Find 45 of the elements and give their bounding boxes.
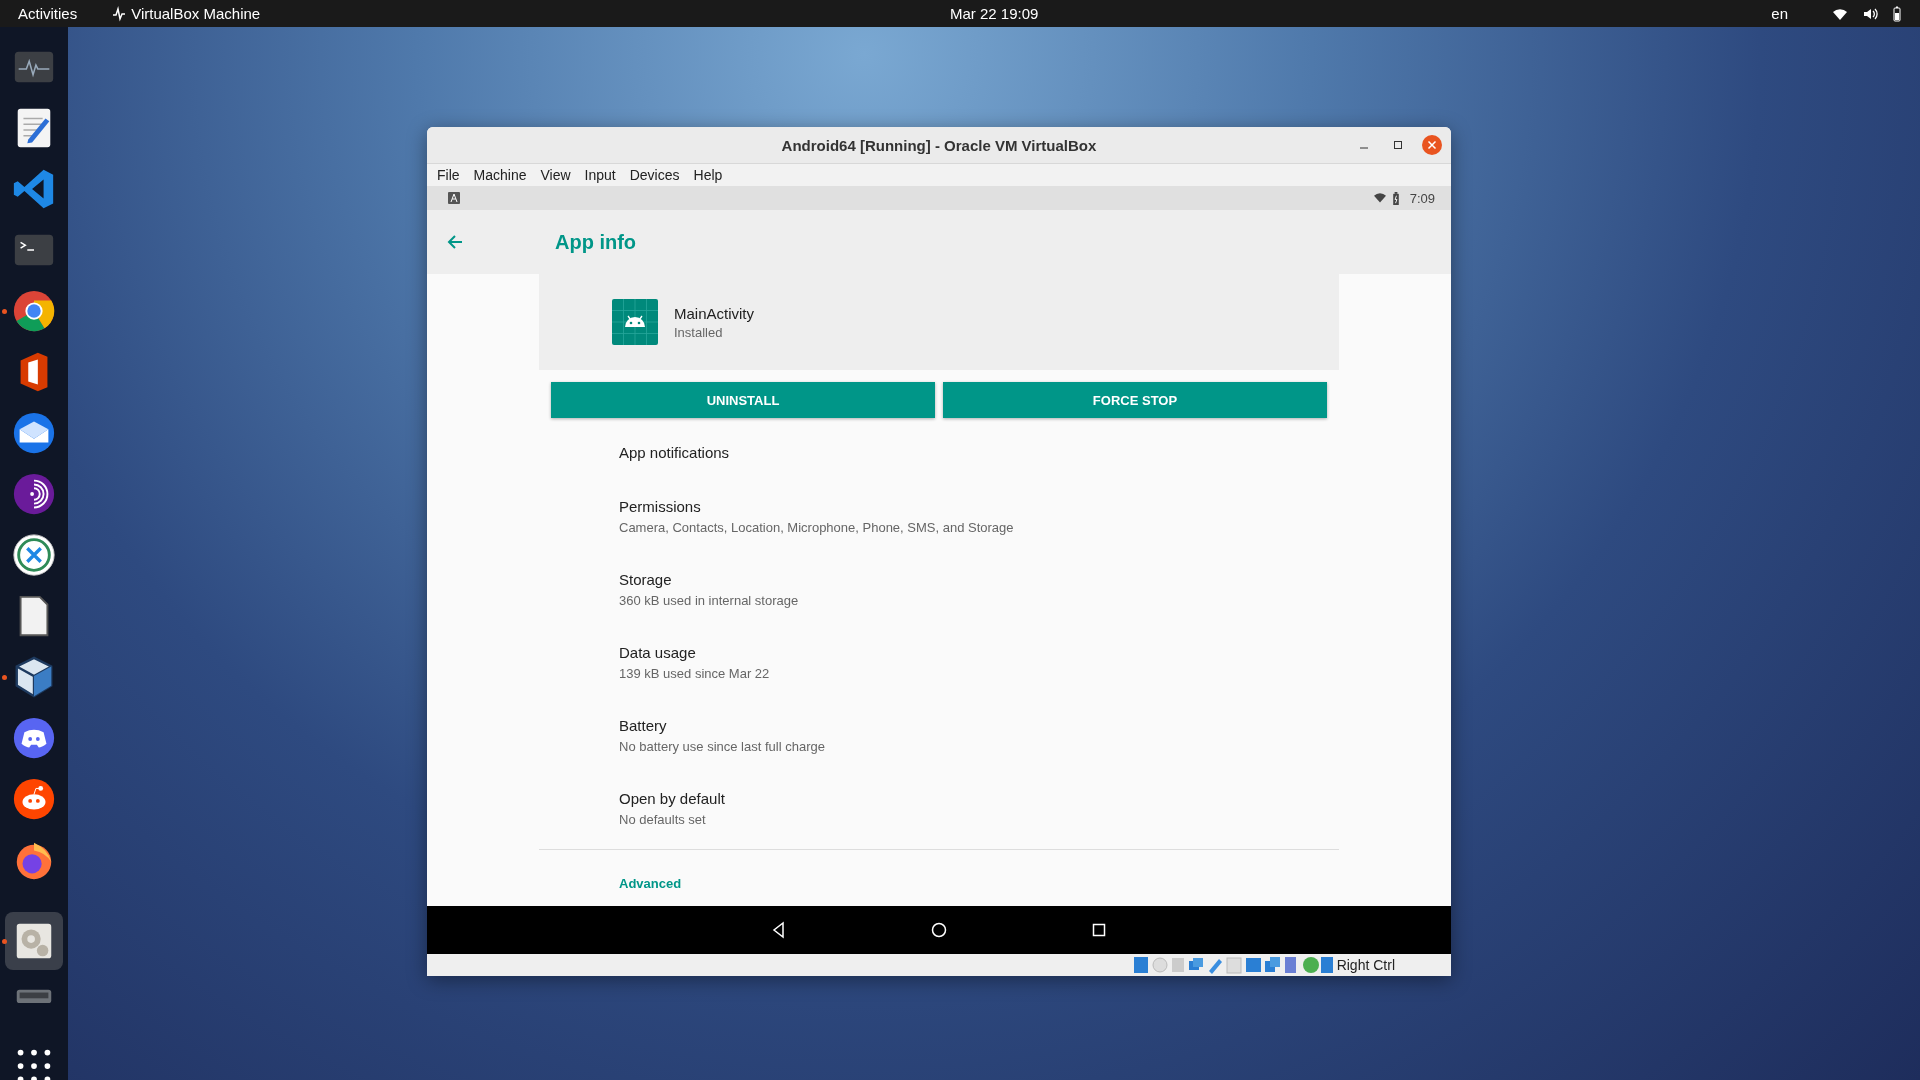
setting-title[interactable]: Permissions: [619, 498, 1339, 515]
setting-summary: 360 kB used in internal storage: [619, 593, 800, 608]
advanced-link[interactable]: Advanced: [619, 876, 682, 891]
battery-icon[interactable]: [1892, 5, 1902, 22]
menu-item[interactable]: Machine: [473, 167, 527, 183]
browser-icon[interactable]: [11, 288, 57, 334]
app-status: Installed: [674, 324, 724, 340]
podcast-icon[interactable]: [11, 471, 57, 517]
setting-title[interactable]: Battery: [619, 717, 1339, 734]
mail-client-icon[interactable]: [11, 410, 57, 456]
page-title: App info: [555, 230, 637, 254]
notification-icon: [448, 192, 460, 204]
remote-desktop-icon[interactable]: [11, 532, 57, 578]
home-icon[interactable]: [929, 920, 949, 940]
setting-summary: No battery use since last full charge: [619, 739, 826, 754]
status-time: 7:09: [1409, 190, 1435, 206]
app-menu[interactable]: VirtualBox Machine: [131, 5, 261, 22]
setting-summary: 139 kB used since Mar 22: [619, 666, 771, 681]
window-title: Android64 [Running] - Oracle VM VirtualBox: [780, 136, 1098, 154]
setting-summary: No defaults set: [619, 812, 707, 827]
close-button[interactable]: [1421, 134, 1443, 156]
setting-title[interactable]: Open by default: [619, 790, 1339, 807]
setting-summary: Camera, Contacts, Location, Microphone, Phone, SMS, and Storage: [619, 520, 1015, 535]
menu-item[interactable]: Help: [693, 167, 723, 183]
menu-item[interactable]: Input: [584, 167, 616, 183]
setting-title[interactable]: Data usage: [619, 644, 1339, 661]
activities-button[interactable]: Activities: [18, 5, 78, 22]
action-button[interactable]: FORCE STOP: [943, 382, 1327, 418]
setting-title[interactable]: App notifications: [619, 444, 1339, 461]
action-button[interactable]: UNINSTALL: [551, 382, 935, 418]
alien-face-icon[interactable]: [11, 776, 57, 822]
chat-app-icon[interactable]: [11, 715, 57, 761]
status-indicators-icon[interactable]: [1132, 956, 1333, 974]
app-indicator-icon: [111, 5, 128, 22]
host-key-label: Right Ctrl: [1336, 957, 1395, 973]
clock[interactable]: Mar 22 19:09: [950, 5, 1039, 22]
menu-item[interactable]: View: [540, 167, 571, 183]
menu-item[interactable]: File: [437, 167, 460, 183]
android-app-icon: [612, 299, 658, 345]
menu-item[interactable]: Devices: [629, 167, 680, 183]
language-indicator[interactable]: en: [1771, 5, 1788, 22]
wifi-icon: [1373, 192, 1386, 204]
setting-title[interactable]: Storage: [619, 571, 1339, 588]
battery-icon: [1391, 191, 1400, 205]
app-name: MainActivity: [674, 304, 755, 322]
